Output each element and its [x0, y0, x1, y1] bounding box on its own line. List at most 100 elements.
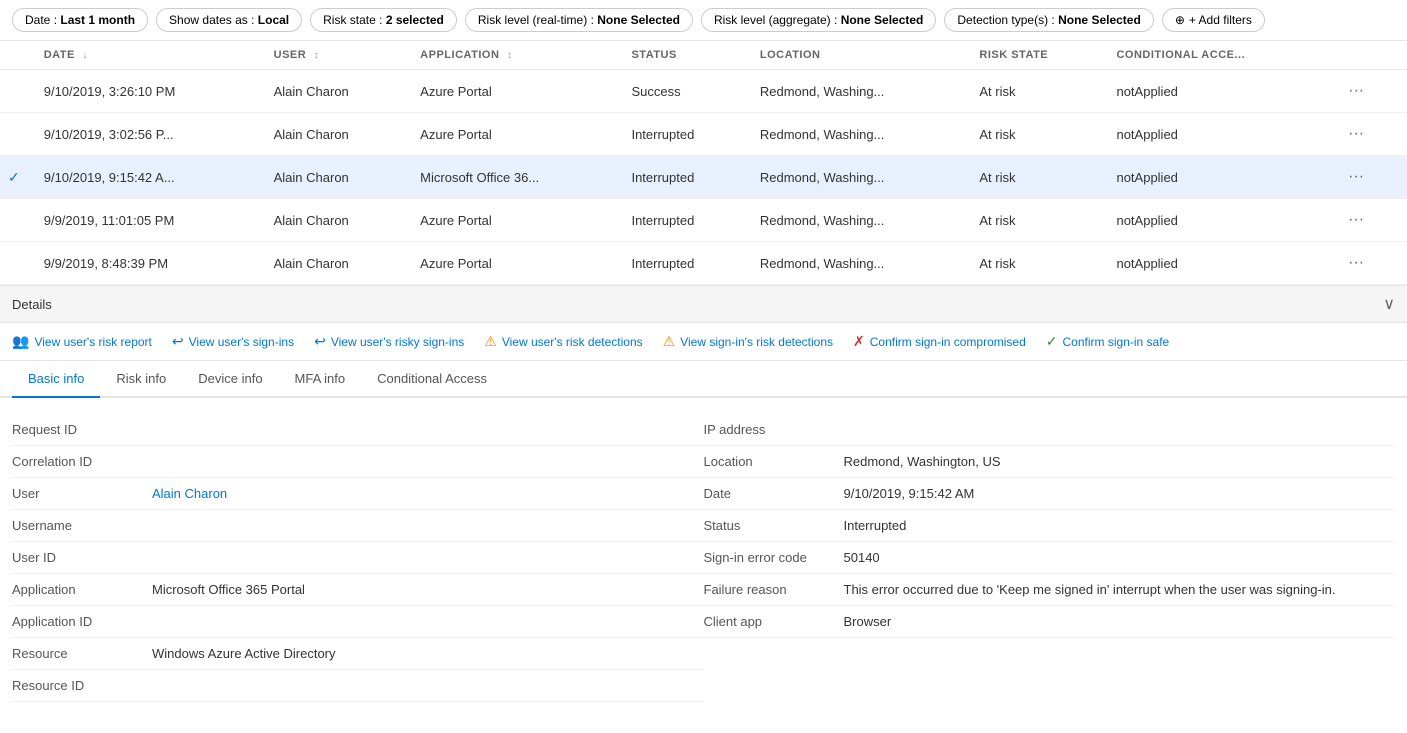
detail-value: Windows Azure Active Directory	[152, 646, 704, 661]
cell-conditional-access: notApplied	[1104, 70, 1330, 113]
detail-row: Application Microsoft Office 365 Portal	[12, 574, 704, 606]
action-link-confirm-compromised[interactable]: ✗Confirm sign-in compromised	[853, 333, 1026, 350]
cell-status: Interrupted	[619, 199, 747, 242]
header-application[interactable]: APPLICATION ↕	[408, 41, 619, 70]
row-ellipsis-button[interactable]: ···	[1342, 123, 1370, 145]
row-ellipsis-button[interactable]: ···	[1342, 209, 1370, 231]
view-risk-detections-icon: ⚠	[484, 333, 497, 350]
detection-types-filter[interactable]: Detection type(s) : None Selected	[944, 8, 1153, 32]
action-link-label: View user's risky sign-ins	[331, 335, 464, 349]
row-checkbox[interactable]	[0, 70, 32, 113]
cell-risk-state: At risk	[967, 113, 1104, 156]
cell-actions: ···	[1330, 113, 1407, 156]
header-user[interactable]: USER ↕	[262, 41, 409, 70]
tab-mfa-info[interactable]: MFA info	[279, 361, 362, 398]
tab-conditional-access[interactable]: Conditional Access	[361, 361, 503, 398]
row-ellipsis-button[interactable]: ···	[1342, 252, 1370, 274]
detail-row: Correlation ID	[12, 446, 704, 478]
row-checkbox[interactable]	[0, 242, 32, 285]
action-link-label: View user's sign-ins	[189, 335, 294, 349]
action-link-label: View sign-in's risk detections	[680, 335, 833, 349]
header-risk-state: RISK STATE	[967, 41, 1104, 70]
cell-actions: ···	[1330, 156, 1407, 199]
action-link-view-sign-ins[interactable]: ↩View user's sign-ins	[172, 333, 294, 350]
detail-row: IP address	[704, 414, 1396, 446]
row-checkbox[interactable]	[0, 113, 32, 156]
detail-value: This error occurred due to 'Keep me sign…	[844, 582, 1396, 597]
details-bar[interactable]: Details ∨	[0, 286, 1407, 323]
detail-value: Redmond, Washington, US	[844, 454, 1396, 469]
risk-level-aggregate-filter[interactable]: Risk level (aggregate) : None Selected	[701, 8, 936, 32]
details-left-column: Request ID Correlation ID User Alain Cha…	[12, 414, 704, 702]
table-row[interactable]: 9/9/2019, 8:48:39 PM Alain Charon Azure …	[0, 242, 1407, 285]
header-date[interactable]: DATE ↓	[32, 41, 262, 70]
detail-value: 9/10/2019, 9:15:42 AM	[844, 486, 1396, 501]
row-ellipsis-button[interactable]: ···	[1342, 166, 1370, 188]
detail-label: Application ID	[12, 614, 152, 629]
action-link-confirm-safe[interactable]: ✓Confirm sign-in safe	[1046, 333, 1169, 350]
cell-location: Redmond, Washing...	[748, 242, 968, 285]
cell-status: Interrupted	[619, 156, 747, 199]
detail-row: Application ID	[12, 606, 704, 638]
view-risky-sign-ins-icon: ↩	[314, 333, 326, 350]
action-link-view-risk-report[interactable]: 👥View user's risk report	[12, 333, 152, 350]
detail-label: Date	[704, 486, 844, 501]
cell-location: Redmond, Washing...	[748, 199, 968, 242]
detail-row: User ID	[12, 542, 704, 574]
detail-row: User Alain Charon	[12, 478, 704, 510]
action-link-view-sign-in-risk-detections[interactable]: ⚠View sign-in's risk detections	[663, 333, 833, 350]
table-row[interactable]: 9/9/2019, 11:01:05 PM Alain Charon Azure…	[0, 199, 1407, 242]
detail-row: Location Redmond, Washington, US	[704, 446, 1396, 478]
details-tabs: Basic infoRisk infoDevice infoMFA infoCo…	[0, 361, 1407, 398]
cell-user: Alain Charon	[262, 199, 409, 242]
cell-actions: ···	[1330, 70, 1407, 113]
detail-label: Status	[704, 518, 844, 533]
risk-state-filter[interactable]: Risk state : 2 selected	[310, 8, 457, 32]
detail-row: Resource Windows Azure Active Directory	[12, 638, 704, 670]
table-row[interactable]: ✓ 9/10/2019, 9:15:42 A... Alain Charon M…	[0, 156, 1407, 199]
row-checkbox[interactable]	[0, 199, 32, 242]
add-filters-button[interactable]: ⊕ + Add filters	[1162, 8, 1265, 32]
date-filter[interactable]: Date : Last 1 month	[12, 8, 148, 32]
action-links-bar: 👥View user's risk report↩View user's sig…	[0, 323, 1407, 361]
detail-label: Request ID	[12, 422, 152, 437]
filter-bar: Date : Last 1 month Show dates as : Loca…	[0, 0, 1407, 41]
detail-row: Username	[12, 510, 704, 542]
cell-user: Alain Charon	[262, 156, 409, 199]
header-actions	[1330, 41, 1407, 70]
cell-date: 9/9/2019, 11:01:05 PM	[32, 199, 262, 242]
row-checkbox[interactable]: ✓	[0, 156, 32, 199]
header-status: STATUS	[619, 41, 747, 70]
sign-ins-table: DATE ↓ USER ↕ APPLICATION ↕ STATUS LOCAT…	[0, 41, 1407, 285]
tab-basic-info[interactable]: Basic info	[12, 361, 100, 398]
detail-label: Location	[704, 454, 844, 469]
cell-actions: ···	[1330, 199, 1407, 242]
table-row[interactable]: 9/10/2019, 3:26:10 PM Alain Charon Azure…	[0, 70, 1407, 113]
detail-value[interactable]: Alain Charon	[152, 486, 704, 501]
cell-risk-state: At risk	[967, 242, 1104, 285]
cell-risk-state: At risk	[967, 70, 1104, 113]
cell-risk-state: At risk	[967, 199, 1104, 242]
row-ellipsis-button[interactable]: ···	[1342, 80, 1370, 102]
sign-ins-table-container: DATE ↓ USER ↕ APPLICATION ↕ STATUS LOCAT…	[0, 41, 1407, 286]
cell-status: Interrupted	[619, 113, 747, 156]
cell-location: Redmond, Washing...	[748, 156, 968, 199]
detail-row: Request ID	[12, 414, 704, 446]
table-row[interactable]: 9/10/2019, 3:02:56 P... Alain Charon Azu…	[0, 113, 1407, 156]
confirm-safe-icon: ✓	[1046, 333, 1058, 350]
header-location: LOCATION	[748, 41, 968, 70]
risk-level-realtime-filter[interactable]: Risk level (real-time) : None Selected	[465, 8, 693, 32]
action-link-view-risk-detections[interactable]: ⚠View user's risk detections	[484, 333, 642, 350]
detail-row: Sign-in error code 50140	[704, 542, 1396, 574]
detail-label: Application	[12, 582, 152, 597]
detail-row: Date 9/10/2019, 9:15:42 AM	[704, 478, 1396, 510]
show-dates-filter[interactable]: Show dates as : Local	[156, 8, 302, 32]
tab-device-info[interactable]: Device info	[182, 361, 278, 398]
header-conditional-access: CONDITIONAL ACCE...	[1104, 41, 1330, 70]
tab-risk-info[interactable]: Risk info	[100, 361, 182, 398]
cell-date: 9/9/2019, 8:48:39 PM	[32, 242, 262, 285]
action-link-view-risky-sign-ins[interactable]: ↩ View user's risky sign-ins	[314, 333, 464, 350]
detail-value: Browser	[844, 614, 1396, 629]
confirm-compromised-icon: ✗	[853, 333, 865, 350]
cell-status: Success	[619, 70, 747, 113]
